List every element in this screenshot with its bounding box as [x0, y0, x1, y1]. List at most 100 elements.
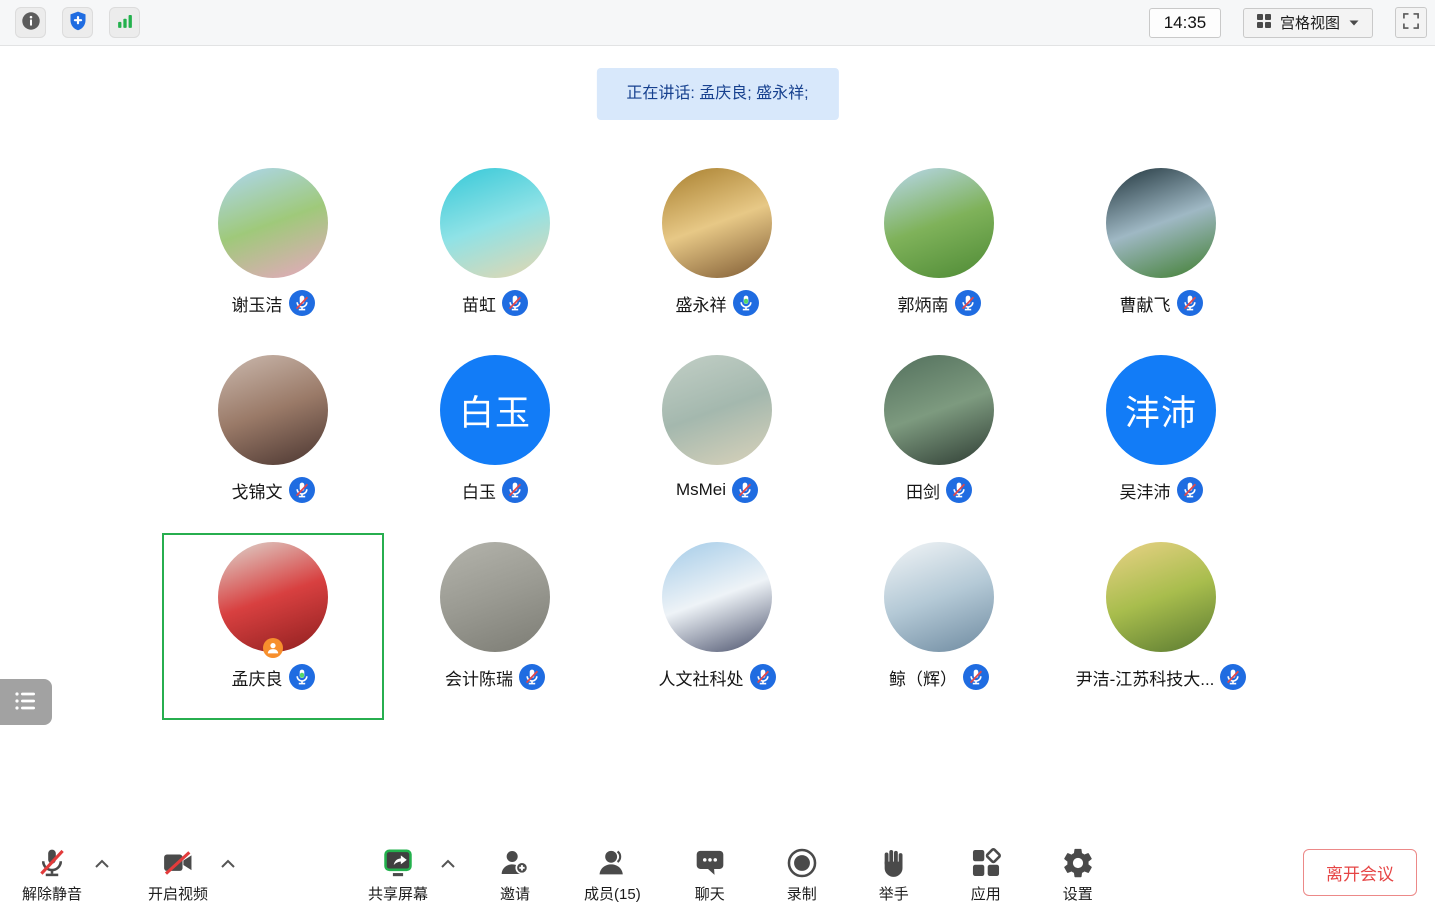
mic-muted-icon[interactable] — [1177, 290, 1203, 316]
participant-tile[interactable]: 会计陈瑞 — [384, 533, 606, 720]
participant-name-row: 盛永祥 — [676, 290, 759, 316]
participant-tile[interactable]: 沣沛 吴沣沛 — [1050, 346, 1272, 533]
bottom-toolbar: 解除静音 开启视频 共享屏幕 邀请 成员(15) 聊天 — [0, 834, 1435, 910]
chevron-up-icon[interactable] — [438, 857, 458, 871]
mic-muted-icon[interactable] — [732, 477, 758, 503]
participant-name-row: 谢玉洁 — [232, 290, 315, 316]
participant-name-row: 郭炳南 — [898, 290, 981, 316]
green-park-photo — [884, 168, 994, 278]
participant-name-row: 会计陈瑞 — [445, 664, 545, 690]
mic-muted-icon[interactable] — [963, 664, 989, 690]
participant-tile[interactable]: 人文社科处 — [606, 533, 828, 720]
participant-tile[interactable]: 曹献飞 — [1050, 159, 1272, 346]
participant-name-row: 尹洁-江苏科技大... — [1076, 664, 1247, 690]
toolbar-chat-button[interactable]: 聊天 — [679, 841, 741, 904]
participant-name: 戈锦文 — [232, 478, 283, 503]
participant-name-row: 人文社科处 — [659, 664, 776, 690]
toolbar-invite-button[interactable]: 邀请 — [484, 841, 546, 904]
record-icon — [785, 845, 819, 881]
toolbar-unmute-button[interactable]: 解除静音 — [14, 841, 90, 904]
top-bar: 14:35 宫格视图 — [0, 0, 1435, 46]
participant-name: 郭炳南 — [898, 291, 949, 316]
toolbar-share-screen-button[interactable]: 共享屏幕 — [360, 841, 436, 904]
grid-view-icon — [1256, 13, 1272, 32]
camera-muted-icon — [161, 845, 195, 881]
toolbar-group-start-video: 开启视频 — [140, 841, 242, 904]
toolbar-raise-hand-button[interactable]: 举手 — [863, 841, 925, 904]
participant-name-row: 鲸（辉） — [889, 664, 989, 690]
toolbar-start-video-button[interactable]: 开启视频 — [140, 841, 216, 904]
mic-muted-icon — [35, 845, 69, 881]
participant-tile[interactable]: 郭炳南 — [828, 159, 1050, 346]
list-icon — [12, 689, 40, 716]
chevron-up-icon[interactable] — [218, 857, 238, 871]
mic-muted-icon[interactable] — [502, 477, 528, 503]
mic-muted-icon[interactable] — [289, 477, 315, 503]
mic-on-icon[interactable] — [289, 664, 315, 690]
participant-tile[interactable]: 苗虹 — [384, 159, 606, 346]
signal-bars-icon — [114, 10, 136, 35]
text-avatar: 沣沛 — [1106, 355, 1216, 465]
mic-muted-icon[interactable] — [750, 664, 776, 690]
meeting-info-button[interactable] — [15, 7, 46, 38]
participant-name: 会计陈瑞 — [445, 665, 513, 690]
hand-icon — [877, 845, 911, 881]
participant-tile[interactable]: 孟庆良 — [162, 533, 384, 720]
toolbar-settings-button[interactable]: 设置 — [1047, 841, 1109, 904]
participant-tile[interactable]: 鲸（辉） — [828, 533, 1050, 720]
security-shield-button[interactable] — [62, 7, 93, 38]
participants-grid: 谢玉洁 苗虹 盛永祥 郭炳南 曹献飞 戈锦文 白玉 — [162, 159, 1272, 720]
participant-tile[interactable]: MsMei — [606, 346, 828, 533]
participant-name: 田剑 — [906, 478, 940, 503]
participant-name: 鲸（辉） — [889, 665, 957, 690]
fullscreen-button[interactable] — [1395, 7, 1427, 38]
participant-name-row: MsMei — [676, 477, 758, 503]
leave-meeting-button[interactable]: 离开会议 — [1303, 849, 1417, 896]
mic-muted-icon[interactable] — [289, 290, 315, 316]
fullscreen-icon — [1401, 11, 1421, 34]
participant-tile[interactable]: 田剑 — [828, 346, 1050, 533]
top-bar-right: 14:35 宫格视图 — [1149, 7, 1435, 38]
participant-name: 孟庆良 — [232, 665, 283, 690]
network-signal-button[interactable] — [109, 7, 140, 38]
participant-name: 白玉 — [462, 478, 496, 503]
info-icon — [20, 10, 42, 35]
mic-muted-icon[interactable] — [946, 477, 972, 503]
spiderman-photo — [218, 542, 328, 652]
text-avatar: 白玉 — [440, 355, 550, 465]
garden-flowers-people-photo — [218, 168, 328, 278]
participant-tile[interactable]: 盛永祥 — [606, 159, 828, 346]
participant-tile[interactable]: 戈锦文 — [162, 346, 384, 533]
participant-name: 吴沣沛 — [1120, 478, 1171, 503]
toolbar-group-share-screen: 共享屏幕 — [360, 841, 462, 904]
toolbar-members-button[interactable]: 成员(15) — [576, 841, 649, 904]
participant-name: 尹洁-江苏科技大... — [1076, 665, 1215, 690]
mic-muted-icon[interactable] — [519, 664, 545, 690]
participant-tile[interactable]: 谢玉洁 — [162, 159, 384, 346]
participant-name-row: 曹献飞 — [1120, 290, 1203, 316]
participant-tile[interactable]: 白玉 白玉 — [384, 346, 606, 533]
member-list-toggle[interactable] — [0, 679, 52, 725]
meeting-stage: 正在讲话: 孟庆良; 盛永祥; 谢玉洁 苗虹 盛永祥 郭炳南 曹献飞 — [0, 46, 1435, 834]
participant-name: 盛永祥 — [676, 291, 727, 316]
ink-painting-landscape — [884, 542, 994, 652]
participant-tile[interactable]: 尹洁-江苏科技大... — [1050, 533, 1272, 720]
chevron-up-icon[interactable] — [92, 857, 112, 871]
shield-plus-icon — [67, 10, 89, 35]
toolbar-group-members: 成员(15) — [576, 841, 649, 904]
participant-name: MsMei — [676, 480, 726, 500]
participant-name-row: 吴沣沛 — [1120, 477, 1203, 503]
mic-muted-icon[interactable] — [1220, 664, 1246, 690]
mic-muted-icon[interactable] — [1177, 477, 1203, 503]
mic-on-icon[interactable] — [733, 290, 759, 316]
apps-grid-icon — [969, 845, 1003, 881]
beach-sea-photo — [440, 168, 550, 278]
storm-clouds-field-photo — [1106, 168, 1216, 278]
view-mode-selector[interactable]: 宫格视图 — [1243, 8, 1373, 38]
mic-muted-icon[interactable] — [502, 290, 528, 316]
chat-bubble-icon — [693, 845, 727, 881]
toolbar-apps-button[interactable]: 应用 — [955, 841, 1017, 904]
participant-name: 曹献飞 — [1120, 291, 1171, 316]
toolbar-record-button[interactable]: 录制 — [771, 841, 833, 904]
mic-muted-icon[interactable] — [955, 290, 981, 316]
